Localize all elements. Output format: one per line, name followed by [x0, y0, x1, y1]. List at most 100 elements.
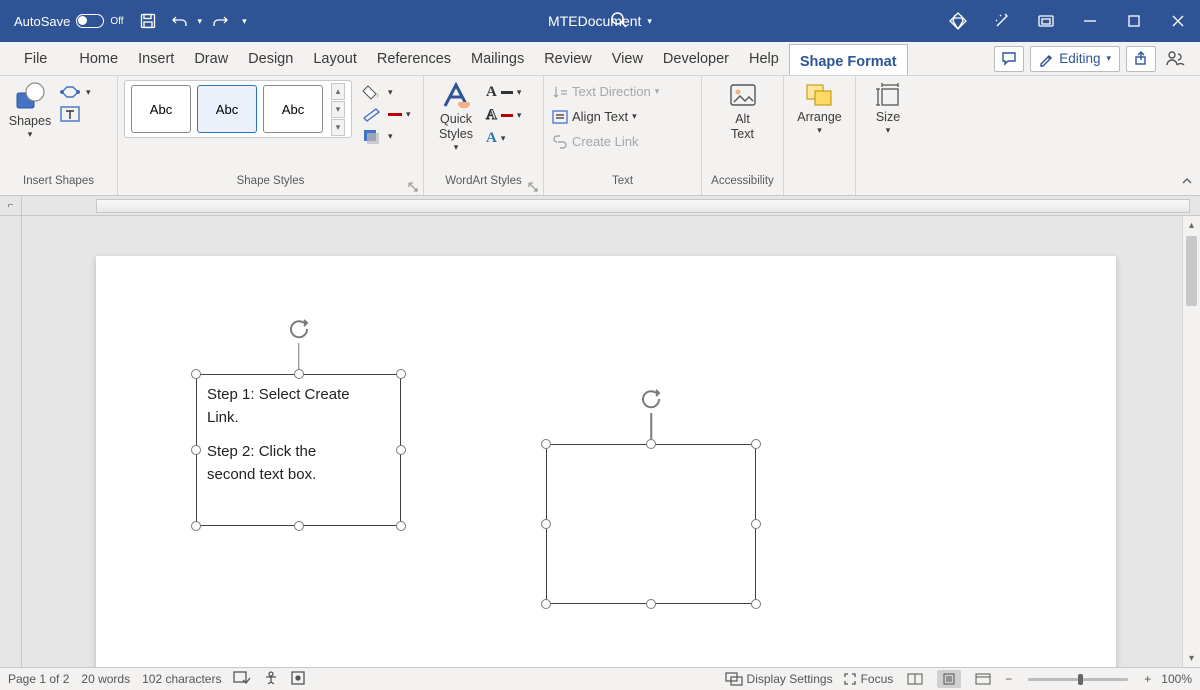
minimize-button[interactable] — [1068, 0, 1112, 42]
tab-file[interactable]: File — [14, 42, 57, 75]
vertical-ruler[interactable] — [0, 216, 22, 667]
print-layout-icon[interactable] — [937, 670, 961, 688]
undo-button[interactable] — [166, 7, 194, 35]
window-icon[interactable] — [1024, 0, 1068, 42]
resize-handle[interactable] — [751, 519, 761, 529]
dialog-launcher-icon[interactable] — [407, 181, 419, 193]
dialog-launcher-icon[interactable] — [527, 181, 539, 193]
quick-styles-button[interactable]: Quick Styles▾ — [430, 80, 482, 155]
resize-handle[interactable] — [396, 445, 406, 455]
text-box-2[interactable] — [546, 444, 756, 604]
zoom-slider[interactable] — [1028, 678, 1128, 681]
size-button[interactable]: Size▾ — [869, 80, 907, 138]
collapse-ribbon-button[interactable] — [1180, 174, 1194, 193]
shape-outline-button[interactable]: ▾ — [360, 104, 413, 124]
resize-handle[interactable] — [294, 521, 304, 531]
tab-review[interactable]: Review — [534, 42, 602, 75]
tab-mailings[interactable]: Mailings — [461, 42, 534, 75]
alt-text-button[interactable]: Alt Text — [722, 80, 764, 144]
tab-shape-format[interactable]: Shape Format — [789, 44, 908, 75]
resize-handle[interactable] — [646, 439, 656, 449]
align-text-button[interactable]: Align Text▾ — [550, 107, 661, 126]
resize-handle[interactable] — [294, 369, 304, 379]
scroll-thumb[interactable] — [1186, 236, 1197, 306]
resize-handle[interactable] — [751, 439, 761, 449]
tab-insert[interactable]: Insert — [128, 42, 184, 75]
tab-design[interactable]: Design — [238, 42, 303, 75]
shape-style-gallery[interactable]: Abc Abc Abc ▴ ▾ ▾ — [124, 80, 352, 138]
close-button[interactable] — [1156, 0, 1200, 42]
resize-handle[interactable] — [541, 599, 551, 609]
char-count[interactable]: 102 characters — [142, 672, 221, 686]
zoom-out[interactable]: − — [1005, 672, 1012, 686]
zoom-level[interactable]: 100% — [1161, 672, 1192, 686]
text-outline-button[interactable]: A▾ — [484, 105, 523, 126]
chevron-down-icon: ▾ — [1106, 53, 1111, 64]
focus-mode[interactable]: Focus — [843, 672, 894, 686]
scroll-up[interactable]: ▴ — [1183, 216, 1200, 234]
word-count[interactable]: 20 words — [81, 672, 130, 686]
qat-overflow[interactable]: ▾ — [242, 16, 247, 27]
arrange-button[interactable]: Arrange▾ — [791, 80, 847, 138]
document-page[interactable]: Step 1: Select Create Link. Step 2: Clic… — [96, 256, 1116, 667]
resize-handle[interactable] — [541, 519, 551, 529]
resize-handle[interactable] — [191, 369, 201, 379]
macro-record-icon[interactable] — [291, 671, 305, 688]
style-preset-3[interactable]: Abc — [263, 85, 323, 133]
account-icon[interactable] — [1162, 49, 1188, 69]
share-button[interactable] — [1126, 46, 1156, 72]
text-box-1[interactable]: Step 1: Select Create Link. Step 2: Clic… — [196, 374, 401, 526]
text-box-button[interactable] — [58, 104, 93, 124]
editing-mode-button[interactable]: Editing ▾ — [1030, 46, 1120, 72]
shape-fill-button[interactable]: ▾ — [360, 82, 413, 102]
tab-view[interactable]: View — [602, 42, 653, 75]
shape-effects-button[interactable]: ▾ — [360, 126, 413, 146]
style-preset-1[interactable]: Abc — [131, 85, 191, 133]
shapes-button[interactable]: Shapes ▾ — [6, 80, 54, 142]
read-mode-icon[interactable] — [903, 670, 927, 688]
redo-button[interactable] — [206, 7, 234, 35]
web-layout-icon[interactable] — [971, 670, 995, 688]
autosave-toggle[interactable]: AutoSave Off — [8, 14, 130, 29]
resize-handle[interactable] — [191, 521, 201, 531]
horizontal-ruler[interactable] — [96, 199, 1190, 213]
tab-selector[interactable]: ⌐ — [0, 196, 22, 216]
search-button[interactable] — [610, 11, 628, 32]
rotate-handle[interactable] — [638, 387, 664, 420]
text-fill-button[interactable]: A▾ — [484, 82, 523, 103]
resize-handle[interactable] — [396, 369, 406, 379]
spellcheck-icon[interactable] — [233, 671, 251, 688]
gallery-up[interactable]: ▴ — [331, 83, 345, 100]
undo-menu-caret[interactable]: ▾ — [198, 16, 203, 27]
resize-handle[interactable] — [191, 445, 201, 455]
diamond-icon[interactable] — [936, 0, 980, 42]
accessibility-check-icon[interactable] — [263, 671, 279, 688]
gallery-more[interactable]: ▾ — [331, 119, 345, 136]
group-label-shape-styles: Shape Styles — [118, 175, 423, 195]
display-settings[interactable]: Display Settings — [725, 672, 833, 686]
comments-button[interactable] — [994, 46, 1024, 72]
gallery-down[interactable]: ▾ — [331, 101, 345, 118]
maximize-button[interactable] — [1112, 0, 1156, 42]
tab-draw[interactable]: Draw — [184, 42, 238, 75]
resize-handle[interactable] — [541, 439, 551, 449]
tab-developer[interactable]: Developer — [653, 42, 739, 75]
tab-references[interactable]: References — [367, 42, 461, 75]
wand-icon[interactable] — [980, 0, 1024, 42]
tab-help[interactable]: Help — [739, 42, 789, 75]
scroll-down[interactable]: ▾ — [1183, 649, 1200, 667]
style-preset-2[interactable]: Abc — [197, 85, 257, 133]
resize-handle[interactable] — [751, 599, 761, 609]
rotate-handle[interactable] — [286, 317, 312, 350]
tab-home[interactable]: Home — [69, 42, 128, 75]
zoom-in[interactable]: + — [1144, 672, 1151, 686]
edit-shape-button[interactable]: ▾ — [58, 82, 93, 102]
vertical-scrollbar[interactable]: ▴ ▾ — [1182, 216, 1200, 667]
resize-handle[interactable] — [396, 521, 406, 531]
resize-handle[interactable] — [646, 599, 656, 609]
text-effects-button[interactable]: A▾ — [484, 128, 523, 149]
page-indicator[interactable]: Page 1 of 2 — [8, 672, 69, 686]
tab-layout[interactable]: Layout — [303, 42, 367, 75]
save-icon[interactable] — [134, 7, 162, 35]
document-title[interactable]: MTEDocument ▾ — [548, 13, 652, 29]
